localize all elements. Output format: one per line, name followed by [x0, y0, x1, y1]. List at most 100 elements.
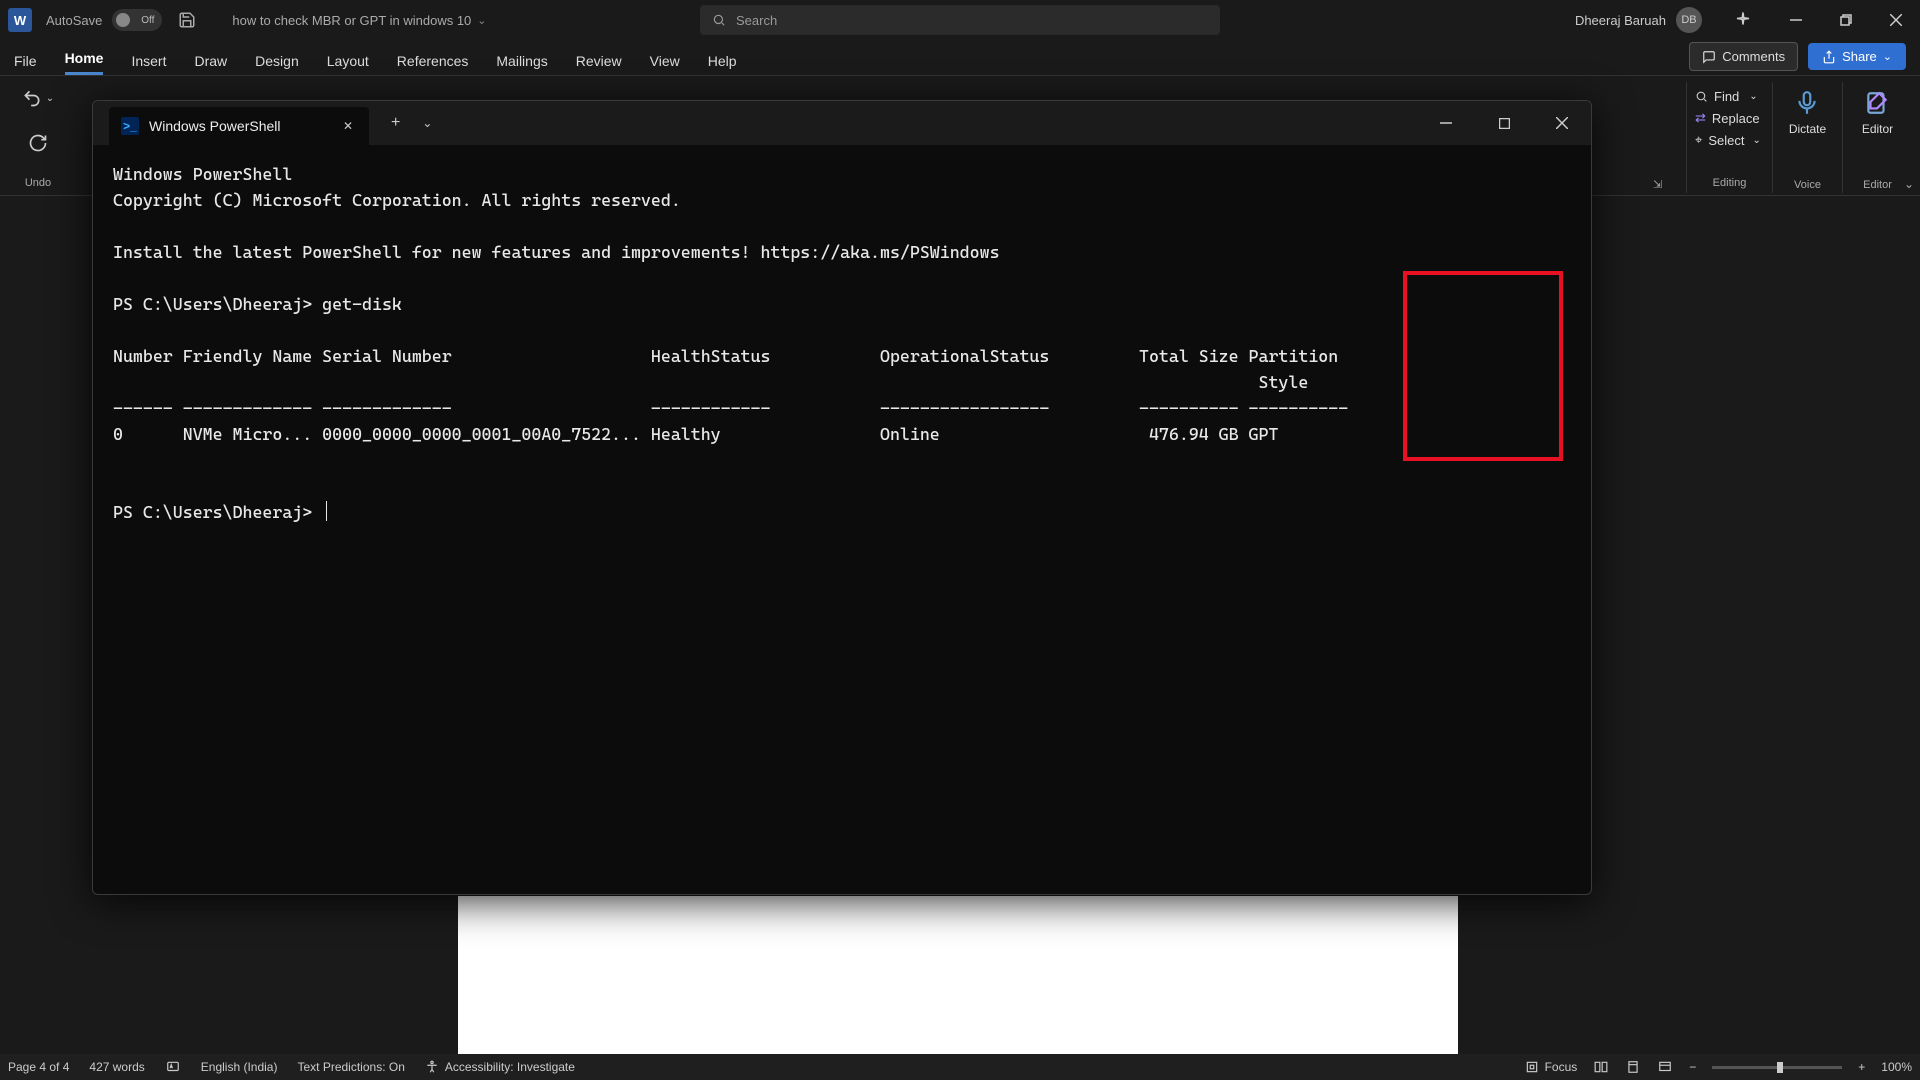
close-icon[interactable]	[1884, 14, 1908, 26]
terminal-line: Copyright (C) Microsoft Corporation. All…	[113, 190, 681, 210]
status-page[interactable]: Page 4 of 4	[8, 1060, 69, 1074]
comments-label: Comments	[1722, 49, 1785, 64]
search-icon	[1695, 90, 1708, 103]
status-wordcount[interactable]: 427 words	[89, 1060, 144, 1074]
read-mode-icon[interactable]	[1593, 1060, 1609, 1074]
ribbon-tabs: File Home Insert Draw Design Layout Refe…	[0, 40, 1920, 76]
chevron-down-icon: ⌄	[1883, 50, 1892, 63]
collapse-ribbon-icon[interactable]: ⌄	[1904, 177, 1914, 191]
terminal-output[interactable]: Windows PowerShell Copyright (C) Microso…	[93, 145, 1591, 567]
editor-button[interactable]: Editor	[1862, 88, 1893, 136]
restore-icon[interactable]	[1834, 14, 1858, 26]
tab-menu-icon[interactable]: ⌄	[422, 116, 432, 130]
terminal-tab[interactable]: >_ Windows PowerShell ✕	[109, 107, 369, 145]
powershell-icon: >_	[121, 117, 139, 135]
status-accessibility[interactable]: Accessibility: Investigate	[425, 1060, 575, 1074]
tab-layout[interactable]: Layout	[327, 47, 369, 75]
powershell-window: >_ Windows PowerShell ✕ + ⌄ Windows Powe…	[92, 100, 1592, 895]
chevron-down-icon: ⌄	[477, 14, 486, 27]
group-launcher-icon[interactable]: ⇲	[1653, 178, 1662, 191]
zoom-knob[interactable]	[1777, 1062, 1783, 1073]
terminal-close-icon[interactable]	[1533, 101, 1591, 145]
save-icon[interactable]	[178, 11, 196, 29]
status-predictions[interactable]: Text Predictions: On	[297, 1060, 404, 1074]
focus-mode-button[interactable]: Focus	[1525, 1060, 1578, 1074]
editing-group-label: Editing	[1695, 171, 1764, 189]
terminal-maximize-icon[interactable]	[1475, 101, 1533, 145]
autosave-label: AutoSave	[46, 13, 102, 28]
tab-file[interactable]: File	[14, 47, 37, 75]
word-titlebar: W AutoSave Off how to check MBR or GPT i…	[0, 0, 1920, 40]
search-bar[interactable]: Search	[700, 5, 1220, 35]
editor-group: Editor Editor	[1842, 82, 1912, 193]
select-button[interactable]: ⌖Select⌄	[1695, 129, 1764, 151]
terminal-cursor	[326, 501, 327, 521]
tab-references[interactable]: References	[397, 47, 469, 75]
autosave-state: Off	[141, 15, 154, 26]
tab-insert[interactable]: Insert	[131, 47, 166, 75]
terminal-minimize-icon[interactable]	[1417, 101, 1475, 145]
zoom-percent[interactable]: 100%	[1881, 1060, 1912, 1074]
annotation-highlight-box	[1403, 271, 1563, 461]
zoom-slider[interactable]	[1712, 1066, 1842, 1069]
zoom-out-button[interactable]: −	[1689, 1060, 1696, 1074]
document-name[interactable]: how to check MBR or GPT in windows 10 ⌄	[232, 13, 486, 28]
terminal-line: Windows PowerShell	[113, 164, 292, 184]
find-button[interactable]: Find⌄	[1695, 86, 1764, 107]
word-app-icon: W	[8, 8, 32, 32]
tab-close-icon[interactable]: ✕	[343, 119, 353, 133]
voice-group-label: Voice	[1794, 179, 1821, 191]
search-icon	[712, 13, 726, 27]
terminal-line: PS C:\Users\Dheeraj> get-disk	[113, 294, 402, 314]
terminal-header-line: Style	[113, 372, 1308, 392]
terminal-data-row: 0 NVMe Micro... 0000_0000_0000_0001_00A0…	[113, 424, 1278, 444]
user-account[interactable]: Dheeraj Baruah DB	[1575, 7, 1702, 33]
tab-draw[interactable]: Draw	[194, 47, 227, 75]
accessibility-icon	[425, 1060, 439, 1074]
minimize-icon[interactable]	[1784, 14, 1808, 26]
zoom-in-button[interactable]: +	[1858, 1060, 1865, 1074]
comments-button[interactable]: Comments	[1689, 42, 1798, 71]
autosave-toggle-wrap[interactable]: AutoSave Off	[46, 9, 162, 31]
autosave-knob	[116, 13, 130, 27]
tab-design[interactable]: Design	[255, 47, 299, 75]
share-label: Share	[1842, 49, 1877, 64]
search-placeholder: Search	[736, 13, 777, 28]
dictate-button[interactable]: Dictate	[1789, 88, 1826, 136]
tab-view[interactable]: View	[650, 47, 680, 75]
microphone-icon	[1794, 88, 1820, 118]
status-language[interactable]: English (India)	[201, 1060, 278, 1074]
tab-review[interactable]: Review	[576, 47, 622, 75]
document-page[interactable]	[458, 896, 1458, 1054]
terminal-titlebar[interactable]: >_ Windows PowerShell ✕ + ⌄	[93, 101, 1591, 145]
tab-home[interactable]: Home	[65, 44, 104, 75]
print-layout-icon[interactable]	[1625, 1060, 1641, 1074]
terminal-line: Install the latest PowerShell for new fe…	[113, 242, 1000, 262]
spellcheck-icon[interactable]	[165, 1060, 181, 1074]
replace-icon: ⇄	[1695, 110, 1706, 126]
comment-icon	[1702, 50, 1716, 64]
web-layout-icon[interactable]	[1657, 1060, 1673, 1074]
terminal-prompt: PS C:\Users\Dheeraj>	[113, 502, 322, 522]
new-tab-button[interactable]: +	[391, 114, 400, 132]
user-name: Dheeraj Baruah	[1575, 13, 1666, 28]
autosave-toggle[interactable]: Off	[112, 9, 162, 31]
editing-group: Find⌄ ⇄Replace ⌖Select⌄ Editing ⇲	[1686, 82, 1772, 193]
redo-button[interactable]	[28, 133, 48, 153]
focus-icon	[1525, 1060, 1539, 1074]
voice-group: Dictate Voice	[1772, 82, 1842, 193]
share-button[interactable]: Share ⌄	[1808, 43, 1906, 70]
coming-soon-icon[interactable]	[1728, 11, 1758, 29]
document-name-text: how to check MBR or GPT in windows 10	[232, 13, 471, 28]
undo-button[interactable]: ⌄	[22, 88, 54, 108]
editor-icon	[1864, 88, 1890, 118]
tab-mailings[interactable]: Mailings	[496, 47, 547, 75]
user-avatar: DB	[1676, 7, 1702, 33]
share-icon	[1822, 50, 1836, 64]
terminal-tab-title: Windows PowerShell	[149, 118, 281, 134]
editor-group-label: Editor	[1863, 179, 1892, 191]
replace-button[interactable]: ⇄Replace	[1695, 107, 1764, 129]
terminal-header-line: Number Friendly Name Serial Number Healt…	[113, 346, 1338, 366]
tab-help[interactable]: Help	[708, 47, 737, 75]
undo-group-label: Undo	[25, 177, 51, 189]
